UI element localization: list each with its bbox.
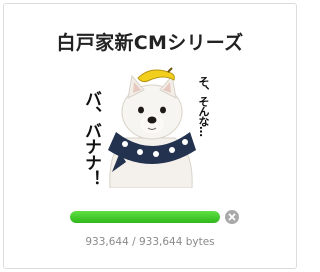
sticker-download-card: 白戸家新CMシリーズ バ、バナナ！ そ、そんな… 933,644 / 933,6… [3,3,297,269]
download-progress-row [70,210,242,224]
download-bytes-text: 933,644 / 933,644 bytes [85,236,215,248]
sticker-preview-image: バ、バナナ！ そ、そんな… [80,62,224,188]
package-title: 白戸家新CMシリーズ [56,32,244,54]
close-circle-icon[interactable] [225,210,239,224]
sticker-caption-right: そ、そんな… [197,76,210,136]
sticker-caption-left: バ、バナナ！ [81,90,101,186]
download-progress-fill [70,211,220,223]
download-progress-bar [70,211,220,223]
